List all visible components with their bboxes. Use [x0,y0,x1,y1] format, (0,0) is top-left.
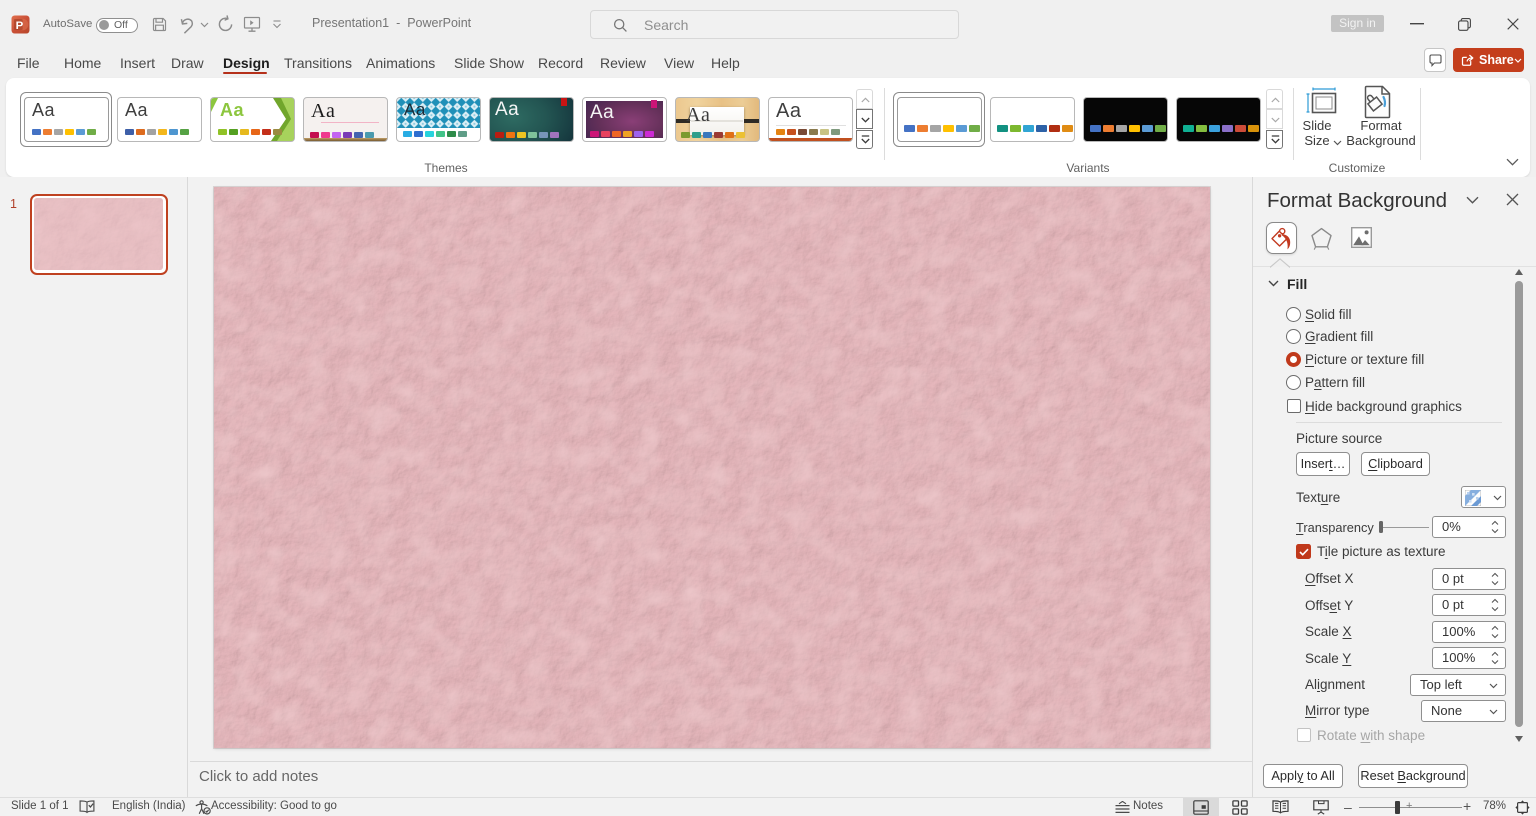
svg-text:P: P [16,20,24,32]
